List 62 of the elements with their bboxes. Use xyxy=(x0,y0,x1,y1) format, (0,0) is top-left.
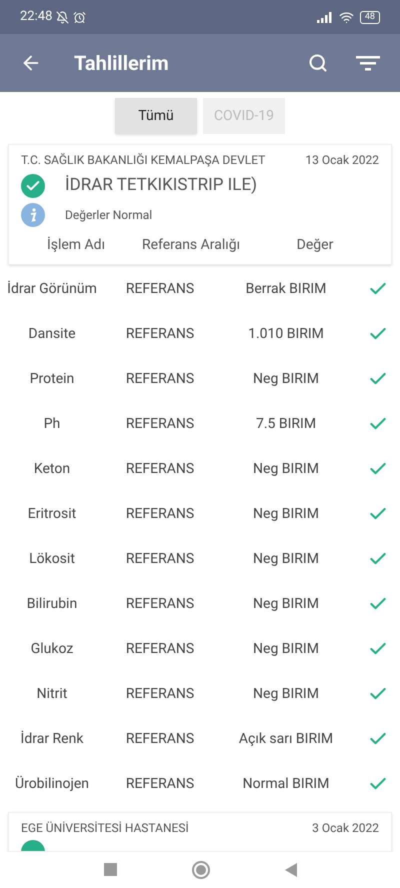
test-name: Bilirubin xyxy=(26,594,78,614)
reference-range: REFERANS xyxy=(124,504,196,524)
wifi-icon xyxy=(338,10,354,24)
institution-name: T.C. SAĞLIK BAKANLIĞI KEMALPAŞA DEVLET xyxy=(21,152,266,169)
test-value: Normal BIRIM xyxy=(242,774,330,794)
test-name: İdrar Renk xyxy=(20,730,84,748)
test-value: Berrak BIRIM xyxy=(244,280,328,298)
square-icon xyxy=(104,863,116,876)
test-title: İDRAR TETKIKISTRIP ILE) xyxy=(65,174,258,197)
reference-range: REFERANS xyxy=(124,730,196,748)
test-value: Açık sarı BIRIM xyxy=(238,730,334,748)
test-name: Keton xyxy=(32,460,72,478)
test-value: Neg BIRIM xyxy=(252,684,320,704)
test-value: 7.5 BIRIM xyxy=(254,414,318,434)
test-value: Neg BIRIM xyxy=(252,370,320,388)
reference-range: REFERANS xyxy=(124,594,196,614)
test-name: İdrar Görünüm xyxy=(6,280,98,298)
result-note: Değerler Normal xyxy=(65,206,152,224)
reference-range: REFERANS xyxy=(124,684,196,704)
reference-range: REFERANS xyxy=(124,460,196,478)
test-name: Dansite xyxy=(27,324,77,344)
filter-icon xyxy=(356,54,380,72)
status-time: 22:48 xyxy=(20,8,52,26)
test-value: Neg BIRIM xyxy=(252,460,320,478)
back-nav-button[interactable] xyxy=(284,862,296,877)
test-name: Lökosit xyxy=(28,550,76,568)
check-icon xyxy=(21,174,45,198)
reference-range: REFERANS xyxy=(124,774,196,794)
info-letter-icon xyxy=(29,208,37,222)
institution-name: EGE ÜNİVERSİTESİ HASTANESİ xyxy=(21,820,189,836)
muted-bell-icon xyxy=(56,10,70,24)
test-name: Nitrit xyxy=(36,684,68,704)
reference-range: REFERANS xyxy=(124,280,196,298)
reference-range: REFERANS xyxy=(124,414,196,434)
triangle-icon xyxy=(284,862,296,877)
reference-range: REFERANS xyxy=(124,370,196,388)
test-name: Eritrosit xyxy=(26,504,78,524)
recents-button[interactable] xyxy=(104,863,116,876)
battery-icon: 48 xyxy=(360,10,380,24)
result-date: 13 Ocak 2022 xyxy=(305,152,379,169)
signal-icon xyxy=(316,12,333,22)
test-value: Neg BIRIM xyxy=(252,594,320,614)
test-name: Protein xyxy=(28,370,76,388)
reference-range: REFERANS xyxy=(124,640,196,658)
app-bar-title: Tahlillerim xyxy=(74,50,169,77)
reference-range: REFERANS xyxy=(124,550,196,568)
test-value: Neg BIRIM xyxy=(252,550,320,568)
test-name: Glukoz xyxy=(30,640,74,658)
column-header: Referans Aralığı xyxy=(140,236,242,254)
test-name: Ürobilinojen xyxy=(14,774,90,794)
test-value: Neg BIRIM xyxy=(252,504,320,524)
search-icon xyxy=(308,53,328,73)
test-value: Neg BIRIM xyxy=(252,640,320,658)
test-name: Ph xyxy=(42,414,62,434)
result-date: 3 Ocak 2022 xyxy=(312,820,379,836)
test-value: 1.010 BIRIM xyxy=(247,324,325,344)
column-header: Değer xyxy=(296,236,334,254)
alarm-icon xyxy=(73,10,86,24)
column-header: İşlem Adı xyxy=(46,236,106,254)
reference-range: REFERANS xyxy=(124,324,196,344)
home-button[interactable] xyxy=(192,860,210,879)
filter-tab[interactable]: Tümü xyxy=(115,98,197,134)
